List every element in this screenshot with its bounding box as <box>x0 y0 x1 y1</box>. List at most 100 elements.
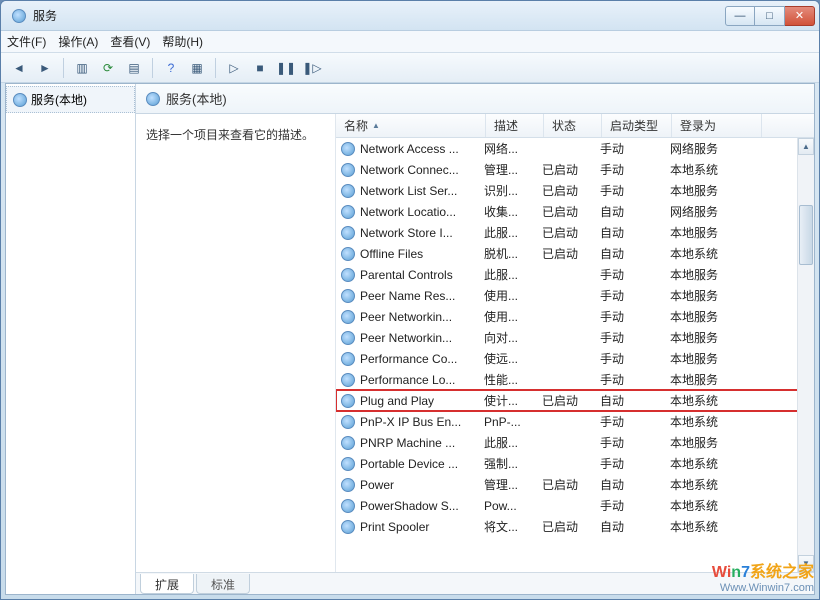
close-button[interactable]: ✕ <box>785 6 815 26</box>
service-name: Performance Co... <box>356 352 484 366</box>
sort-asc-icon: ▲ <box>372 121 380 130</box>
service-name: Network Locatio... <box>356 205 484 219</box>
export-button[interactable]: ▤ <box>122 56 146 80</box>
forward-button[interactable]: ► <box>33 56 57 80</box>
service-row[interactable]: Performance Co...使远...手动本地服务 <box>336 348 814 369</box>
service-row[interactable]: Peer Networkin...使用...手动本地服务 <box>336 306 814 327</box>
service-row[interactable]: Network Store I...此服...已启动自动本地服务 <box>336 222 814 243</box>
service-desc: 管理... <box>484 476 542 493</box>
service-row[interactable]: Power管理...已启动自动本地系统 <box>336 474 814 495</box>
service-logon: 本地系统 <box>670 497 760 514</box>
service-logon: 本地服务 <box>670 371 760 388</box>
service-desc: 收集... <box>484 203 542 220</box>
column-startup-type[interactable]: 启动类型 <box>602 114 672 137</box>
service-logon: 本地系统 <box>670 413 760 430</box>
column-description[interactable]: 描述 <box>486 114 544 137</box>
service-logon: 本地服务 <box>670 287 760 304</box>
scroll-thumb[interactable] <box>799 205 813 265</box>
service-name: Power <box>356 478 484 492</box>
tree-root-services-local[interactable]: 服务(本地) <box>6 86 135 113</box>
gear-icon <box>340 142 356 156</box>
service-status: 已启动 <box>542 392 600 409</box>
service-startup: 手动 <box>600 413 670 430</box>
app-icon <box>11 8 27 24</box>
service-desc: 此服... <box>484 224 542 241</box>
service-name: Peer Name Res... <box>356 289 484 303</box>
service-logon: 本地服务 <box>670 434 760 451</box>
gear-icon <box>340 478 356 492</box>
service-name: Parental Controls <box>356 268 484 282</box>
scroll-down-button[interactable]: ▼ <box>798 555 814 572</box>
window-title: 服务 <box>33 7 725 24</box>
tab-standard[interactable]: 标准 <box>196 574 250 594</box>
service-row[interactable]: PnP-X IP Bus En...PnP-...手动本地系统 <box>336 411 814 432</box>
menu-action[interactable]: 操作(A) <box>58 33 98 50</box>
minimize-button[interactable]: — <box>725 6 755 26</box>
refresh-button[interactable]: ⟳ <box>96 56 120 80</box>
gear-icon <box>340 163 356 177</box>
properties-button[interactable]: ▦ <box>185 56 209 80</box>
service-logon: 本地服务 <box>670 182 760 199</box>
tab-extended[interactable]: 扩展 <box>140 574 194 594</box>
menu-file[interactable]: 文件(F) <box>7 33 46 50</box>
service-startup: 手动 <box>600 140 670 157</box>
service-logon: 本地服务 <box>670 224 760 241</box>
service-logon: 本地服务 <box>670 308 760 325</box>
service-row[interactable]: Network Locatio...收集...已启动自动网络服务 <box>336 201 814 222</box>
service-logon: 本地服务 <box>670 350 760 367</box>
service-row[interactable]: Network List Ser...识别...已启动手动本地服务 <box>336 180 814 201</box>
service-row[interactable]: Portable Device ...强制...手动本地系统 <box>336 453 814 474</box>
show-hide-tree-button[interactable]: ▥ <box>70 56 94 80</box>
column-logon-as[interactable]: 登录为 <box>672 114 762 137</box>
service-desc: 网络... <box>484 140 542 157</box>
service-logon: 本地系统 <box>670 518 760 535</box>
service-logon: 本地服务 <box>670 266 760 283</box>
service-status: 已启动 <box>542 245 600 262</box>
service-desc: 脱机... <box>484 245 542 262</box>
back-button[interactable]: ◄ <box>7 56 31 80</box>
gear-icon <box>13 93 27 107</box>
service-row[interactable]: Parental Controls此服...手动本地服务 <box>336 264 814 285</box>
restart-service-button[interactable]: ❚▷ <box>300 56 324 80</box>
service-row[interactable]: PowerShadow S...Pow...手动本地系统 <box>336 495 814 516</box>
body-area: 服务(本地) 服务(本地) 选择一个项目来查看它的描述。 名称 ▲ <box>5 83 815 595</box>
gear-icon <box>340 184 356 198</box>
service-status: 已启动 <box>542 161 600 178</box>
service-row[interactable]: Performance Lo...性能...手动本地服务 <box>336 369 814 390</box>
gear-icon <box>340 268 356 282</box>
service-name: Network Connec... <box>356 163 484 177</box>
menu-help[interactable]: 帮助(H) <box>162 33 203 50</box>
maximize-button[interactable]: □ <box>755 6 785 26</box>
pause-service-button[interactable]: ❚❚ <box>274 56 298 80</box>
service-startup: 手动 <box>600 266 670 283</box>
service-row[interactable]: PNRP Machine ...此服...手动本地服务 <box>336 432 814 453</box>
help-button[interactable]: ? <box>159 56 183 80</box>
service-row[interactable]: Offline Files脱机...已启动自动本地系统 <box>336 243 814 264</box>
scroll-track[interactable] <box>798 155 814 555</box>
service-row[interactable]: Print Spooler将文...已启动自动本地系统 <box>336 516 814 537</box>
window-controls: — □ ✕ <box>725 6 815 26</box>
column-name[interactable]: 名称 ▲ <box>336 114 486 137</box>
stop-service-button[interactable]: ■ <box>248 56 272 80</box>
service-row[interactable]: Network Access ...网络...手动网络服务 <box>336 138 814 159</box>
titlebar[interactable]: 服务 — □ ✕ <box>1 1 819 31</box>
service-startup: 自动 <box>600 224 670 241</box>
service-logon: 本地系统 <box>670 476 760 493</box>
list-body[interactable]: Network Access ...网络...手动网络服务Network Con… <box>336 138 814 572</box>
scroll-up-button[interactable]: ▲ <box>798 138 814 155</box>
vertical-scrollbar[interactable]: ▲ ▼ <box>797 138 814 572</box>
list-header: 名称 ▲ 描述 状态 启动类型 登录为 <box>336 114 814 138</box>
gear-icon <box>340 310 356 324</box>
service-name: Peer Networkin... <box>356 331 484 345</box>
service-desc: 此服... <box>484 434 542 451</box>
service-desc: 强制... <box>484 455 542 472</box>
service-row[interactable]: Peer Name Res...使用...手动本地服务 <box>336 285 814 306</box>
menu-view[interactable]: 查看(V) <box>110 33 150 50</box>
service-row[interactable]: Plug and Play使计...已启动自动本地系统 <box>336 390 814 411</box>
start-service-button[interactable]: ▷ <box>222 56 246 80</box>
column-status[interactable]: 状态 <box>544 114 602 137</box>
service-name: Offline Files <box>356 247 484 261</box>
service-row[interactable]: Network Connec...管理...已启动手动本地系统 <box>336 159 814 180</box>
service-desc: PnP-... <box>484 415 542 429</box>
service-row[interactable]: Peer Networkin...向对...手动本地服务 <box>336 327 814 348</box>
